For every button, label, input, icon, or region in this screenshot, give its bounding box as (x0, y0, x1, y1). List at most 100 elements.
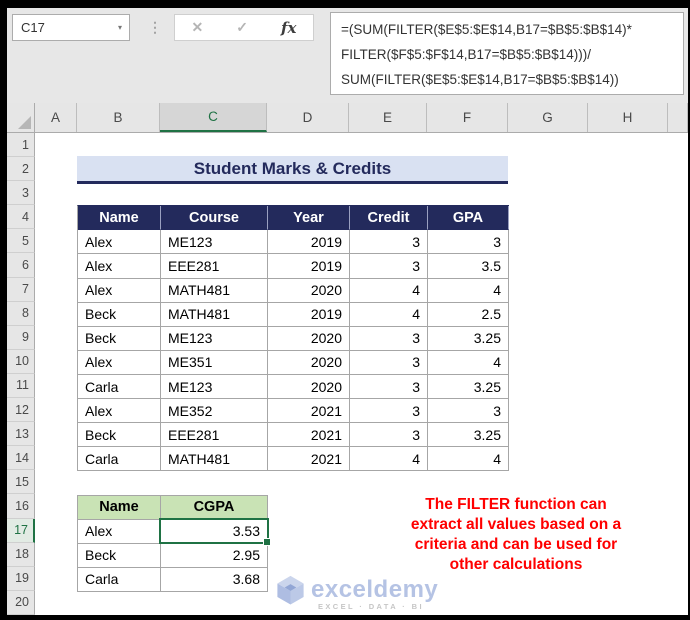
row-header-1[interactable]: 1 (7, 133, 35, 158)
cgpa-table-cell[interactable]: 2.95 (161, 543, 268, 568)
row-header-15[interactable]: 15 (7, 470, 35, 495)
annotation-textbox[interactable]: The FILTER function can extract all value… (340, 495, 688, 575)
row-header-14[interactable]: 14 (7, 446, 35, 471)
marks-table-cell[interactable]: 2020 (268, 278, 350, 303)
marks-table-cell[interactable]: ME123 (161, 326, 268, 351)
marks-table-cell[interactable]: 2020 (268, 326, 350, 351)
marks-table-cell[interactable]: ME123 (161, 230, 268, 255)
marks-table-cell[interactable]: 4 (350, 278, 428, 303)
row-header-18[interactable]: 18 (7, 542, 35, 567)
column-header-A[interactable]: A (35, 103, 77, 132)
marks-table-cell[interactable]: 3.5 (428, 254, 509, 279)
name-box-dropdown-icon[interactable]: ▾ (118, 23, 129, 32)
marks-table-cell[interactable]: ME351 (161, 350, 268, 375)
select-all-corner[interactable] (7, 103, 35, 132)
marks-table-cell[interactable]: 4 (428, 447, 509, 472)
row-header-7[interactable]: 7 (7, 277, 35, 302)
marks-table-cell[interactable]: Carla (78, 374, 161, 400)
marks-table-cell[interactable]: 2021 (268, 399, 350, 424)
row-header-10[interactable]: 10 (7, 349, 35, 374)
marks-table-cell[interactable]: 3 (350, 374, 428, 400)
cgpa-table-cell[interactable]: 3.53 (161, 519, 268, 544)
marks-table-cell[interactable]: ME123 (161, 374, 268, 400)
cgpa-table-cell[interactable]: Alex (78, 519, 161, 544)
marks-table-header-cell[interactable]: Year (268, 206, 350, 231)
marks-table-cell[interactable]: 2021 (268, 447, 350, 472)
marks-table-cell[interactable]: EEE281 (161, 254, 268, 279)
marks-table-cell[interactable]: Carla (78, 447, 161, 472)
marks-table-cell[interactable]: 4 (350, 302, 428, 327)
marks-table-cell[interactable]: EEE281 (161, 423, 268, 448)
row-header-19[interactable]: 19 (7, 566, 35, 591)
marks-table-cell[interactable]: 3 (350, 350, 428, 375)
cgpa-table-header-cell[interactable]: CGPA (161, 495, 268, 520)
marks-table-cell[interactable]: Alex (78, 230, 161, 255)
insert-function-icon[interactable]: fx (281, 19, 296, 37)
row-header-5[interactable]: 5 (7, 229, 35, 254)
name-box[interactable]: C17 ▾ (12, 14, 130, 41)
marks-table-cell[interactable]: MATH481 (161, 447, 268, 472)
column-header-D[interactable]: D (267, 103, 349, 132)
marks-table-cell[interactable]: Alex (78, 399, 161, 424)
marks-table-cell[interactable]: 4 (428, 278, 509, 303)
cgpa-table-cell[interactable]: Carla (78, 567, 161, 592)
row-header-9[interactable]: 9 (7, 325, 35, 350)
marks-table-header-cell[interactable]: Name (78, 206, 161, 231)
marks-table-header-cell[interactable]: Credit (350, 206, 428, 231)
marks-table-cell[interactable]: 3 (350, 254, 428, 279)
marks-table-cell[interactable]: Beck (78, 423, 161, 448)
marks-table-cell[interactable]: 3 (350, 423, 428, 448)
cgpa-table-cell[interactable]: Beck (78, 543, 161, 568)
row-header-16[interactable]: 16 (7, 494, 35, 519)
marks-table-header-cell[interactable]: GPA (428, 206, 509, 231)
row-header-2[interactable]: 2 (7, 157, 35, 182)
enter-icon[interactable]: ✓ (236, 19, 248, 36)
marks-table-cell[interactable]: MATH481 (161, 302, 268, 327)
marks-table-cell[interactable]: 2020 (268, 374, 350, 400)
marks-table-cell[interactable]: MATH481 (161, 278, 268, 303)
marks-table-cell[interactable]: 3 (350, 326, 428, 351)
column-header-E[interactable]: E (349, 103, 427, 132)
marks-table-cell[interactable]: Beck (78, 302, 161, 327)
marks-table-cell[interactable]: 3 (350, 230, 428, 255)
row-header-8[interactable]: 8 (7, 301, 35, 326)
marks-table-header-cell[interactable]: Course (161, 206, 268, 231)
row-header-20[interactable]: 20 (7, 590, 35, 615)
formula-bar[interactable]: =(SUM(FILTER($E$5:$E$14,B17=$B$5:$B$14)*… (330, 12, 684, 95)
column-header-F[interactable]: F (427, 103, 508, 132)
marks-table-cell[interactable]: Alex (78, 254, 161, 279)
marks-table-cell[interactable]: 3.25 (428, 326, 509, 351)
cgpa-table-cell[interactable]: 3.68 (161, 567, 268, 592)
row-header-4[interactable]: 4 (7, 205, 35, 230)
row-header-6[interactable]: 6 (7, 253, 35, 278)
cgpa-table-header-cell[interactable]: Name (78, 495, 161, 520)
name-box-value[interactable]: C17 (13, 20, 118, 35)
marks-table-cell[interactable]: Alex (78, 350, 161, 375)
marks-table-cell[interactable]: ME352 (161, 399, 268, 424)
marks-table-cell[interactable]: Beck (78, 326, 161, 351)
row-header-3[interactable]: 3 (7, 181, 35, 206)
column-header-H[interactable]: H (588, 103, 668, 132)
marks-table-cell[interactable]: 4 (428, 350, 509, 375)
marks-table-cell[interactable]: 3 (350, 399, 428, 424)
row-header-13[interactable]: 13 (7, 422, 35, 447)
row-header-11[interactable]: 11 (7, 373, 35, 399)
marks-table-cell[interactable]: 2021 (268, 423, 350, 448)
row-header-12[interactable]: 12 (7, 398, 35, 423)
column-header-C[interactable]: C (160, 103, 267, 132)
marks-table-cell[interactable]: 2.5 (428, 302, 509, 327)
title-banner[interactable]: Student Marks & Credits (77, 156, 508, 184)
marks-table-cell[interactable]: Alex (78, 278, 161, 303)
column-header-G[interactable]: G (508, 103, 588, 132)
marks-table-cell[interactable]: 3 (428, 230, 509, 255)
marks-table-cell[interactable]: 3.25 (428, 374, 509, 400)
marks-table-cell[interactable]: 2019 (268, 302, 350, 327)
marks-table-cell[interactable]: 3 (428, 399, 509, 424)
marks-table-cell[interactable]: 4 (350, 447, 428, 472)
marks-table-cell[interactable]: 2020 (268, 350, 350, 375)
marks-table-cell[interactable]: 2019 (268, 230, 350, 255)
cancel-icon[interactable]: ✕ (192, 19, 204, 36)
row-header-17[interactable]: 17 (7, 518, 35, 543)
marks-table-cell[interactable]: 3.25 (428, 423, 509, 448)
marks-table-cell[interactable]: 2019 (268, 254, 350, 279)
